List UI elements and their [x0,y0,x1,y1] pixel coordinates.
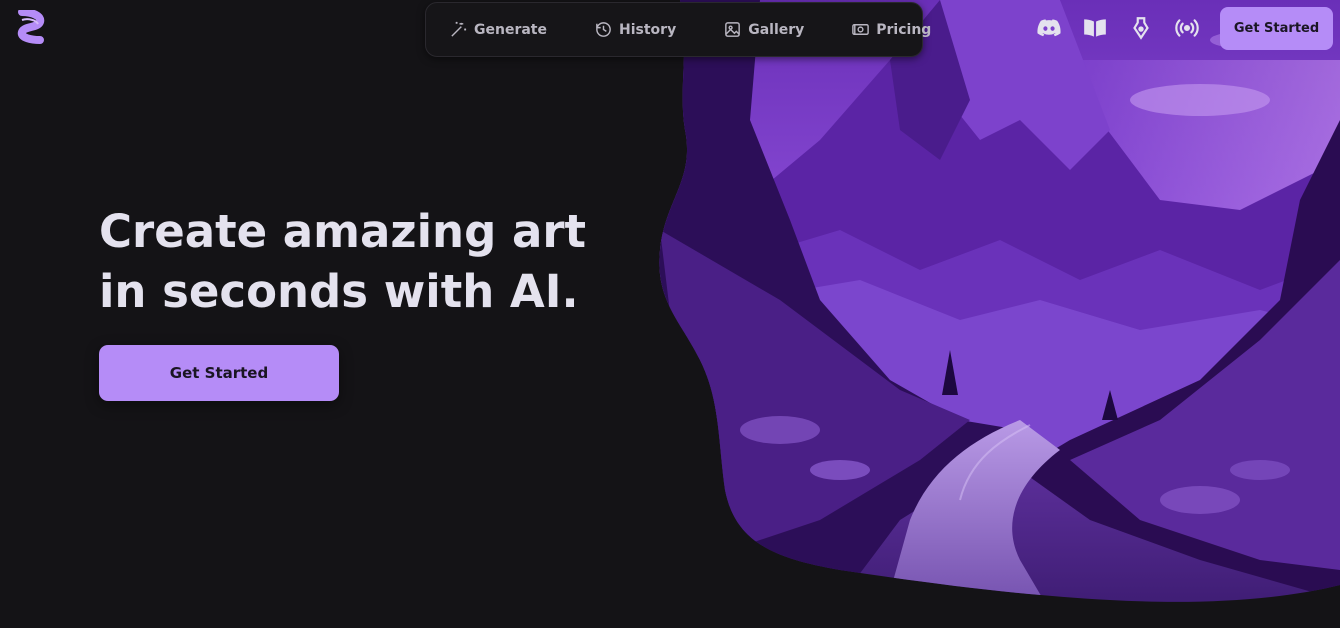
header-icon-links [1035,14,1219,42]
hero-headline-line-2: in seconds with AI. [99,265,579,318]
nav-item-label: History [619,21,677,38]
hero-headline: Create amazing art in seconds with AI. [99,202,639,322]
nav-item-gallery[interactable]: Gallery [722,12,804,48]
discord-icon[interactable] [1035,14,1063,42]
broadcast-icon[interactable] [1173,14,1201,42]
main-nav: Generate History Gallery Pricing [425,2,931,57]
hero-get-started-button[interactable]: Get Started [99,345,339,401]
magic-wand-icon [448,20,468,40]
nav-item-label: Pricing [876,21,932,38]
nav-item-label: Gallery [748,21,805,38]
gallery-icon [722,20,742,40]
header-get-started-button[interactable]: Get Started [1220,7,1333,50]
hero-artwork-image [640,0,1340,628]
nav-item-pricing[interactable]: Pricing [850,12,931,48]
pen-nib-icon[interactable] [1127,14,1155,42]
history-icon [593,20,613,40]
brand-logo[interactable] [14,8,48,50]
nav-item-label: Generate [474,21,547,38]
pricing-icon [850,20,870,40]
book-icon[interactable] [1081,14,1109,42]
nav-item-history[interactable]: History [593,12,676,48]
nav-item-generate[interactable]: Generate [448,12,547,48]
hero-headline-line-1: Create amazing art [99,205,587,258]
